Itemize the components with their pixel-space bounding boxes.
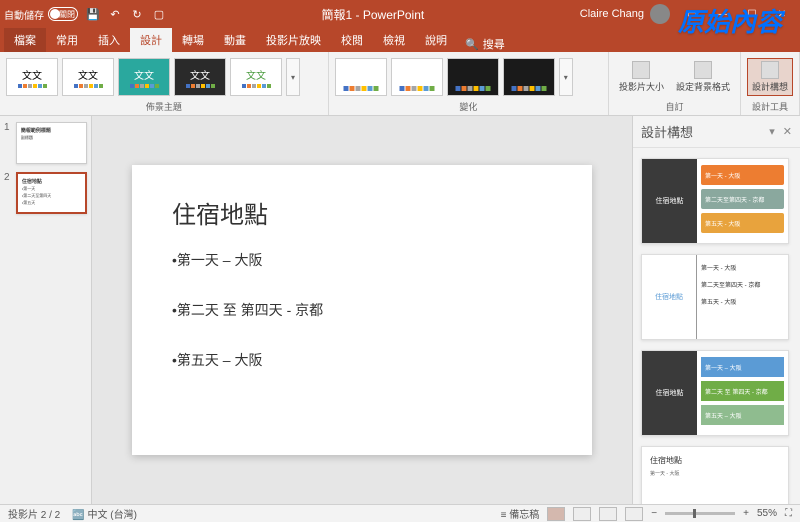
- slide-thumbnail[interactable]: 簡報範例標題副標題: [16, 122, 87, 164]
- design-idea-option[interactable]: 住宿地點 第一天 - 大阪 第二天至第四天 - 京都 第五天 - 大阪: [641, 158, 789, 244]
- slide-number: 1: [4, 122, 12, 164]
- slide-bullet-text[interactable]: •第五天 – 大阪: [172, 350, 552, 370]
- tab-home[interactable]: 常用: [46, 28, 88, 52]
- sorter-view-button[interactable]: [573, 507, 591, 521]
- language-indicator[interactable]: 🔤 中文 (台灣): [72, 506, 137, 521]
- format-background-button[interactable]: 設定背景格式: [672, 59, 734, 95]
- notes-button[interactable]: ≡ 備忘稿: [501, 506, 540, 521]
- normal-view-button[interactable]: [547, 507, 565, 521]
- ribbon: 文文 文文 文文 文文 文文 ▾ 佈景主題 ▾ 變化 投影片大小 設定背景格式 …: [0, 52, 800, 116]
- ribbon-group-themes: 文文 文文 文文 文文 文文 ▾ 佈景主題: [0, 52, 329, 115]
- fit-to-window-button[interactable]: ⛶: [785, 508, 792, 519]
- format-bg-icon: [694, 61, 712, 79]
- tab-animations[interactable]: 動畫: [214, 28, 256, 52]
- design-ideas-button[interactable]: 設計構想: [747, 58, 793, 96]
- quick-access-toolbar: 💾 ↶ ↻ ▢: [86, 7, 166, 21]
- tab-insert[interactable]: 插入: [88, 28, 130, 52]
- slide-size-button[interactable]: 投影片大小: [615, 59, 668, 95]
- zoom-slider[interactable]: [665, 512, 735, 515]
- themes-group-label: 佈景主題: [6, 98, 322, 113]
- theme-option[interactable]: 文文: [6, 58, 58, 96]
- tab-transitions[interactable]: 轉場: [172, 28, 214, 52]
- variants-group-label: 變化: [335, 98, 602, 113]
- slideshow-view-button[interactable]: [625, 507, 643, 521]
- slide-canvas[interactable]: 住宿地點 •第一天 – 大阪 •第二天 至 第四天 - 京都 •第五天 – 大阪: [132, 165, 592, 455]
- search-icon: 🔍: [465, 38, 479, 51]
- slide-thumbnail-item[interactable]: 2 住宿地點•第一天•第二天至第四天•第五天: [4, 172, 87, 214]
- search-box[interactable]: 🔍 搜尋: [457, 36, 513, 52]
- zoom-level[interactable]: 55%: [757, 508, 777, 519]
- design-panel-header: 設計構想 ▾ ✕: [633, 116, 800, 148]
- ribbon-group-tools: 設計構想 設計工具: [741, 52, 800, 115]
- themes-more-button[interactable]: ▾: [286, 58, 300, 96]
- tab-review[interactable]: 校閱: [331, 28, 373, 52]
- custom-group-label: 自訂: [615, 98, 734, 113]
- variants-more-button[interactable]: ▾: [559, 58, 573, 96]
- slide-title-text[interactable]: 住宿地點: [172, 195, 552, 230]
- panel-options-icon[interactable]: ▾: [769, 125, 775, 138]
- ribbon-group-variants: ▾ 變化: [329, 52, 609, 115]
- panel-close-icon[interactable]: ✕: [783, 125, 792, 138]
- status-bar: 投影片 2 / 2 🔤 中文 (台灣) ≡ 備忘稿 − + 55% ⛶: [0, 504, 800, 522]
- slide-size-icon: [632, 61, 650, 79]
- tools-group-label: 設計工具: [747, 98, 793, 113]
- document-title: 簡報1 - PowerPoint: [166, 6, 580, 23]
- variant-option[interactable]: [335, 58, 387, 96]
- main-area: 1 簡報範例標題副標題 2 住宿地點•第一天•第二天至第四天•第五天 住宿地點 …: [0, 116, 800, 504]
- ribbon-group-custom: 投影片大小 設定背景格式 自訂: [609, 52, 741, 115]
- redo-icon[interactable]: ↻: [130, 7, 144, 21]
- theme-option[interactable]: 文文: [230, 58, 282, 96]
- tab-file[interactable]: 檔案: [4, 28, 46, 52]
- tab-help[interactable]: 說明: [415, 28, 457, 52]
- watermark-text: 原始內容: [678, 2, 782, 39]
- theme-option[interactable]: 文文: [62, 58, 114, 96]
- slide-thumbnail[interactable]: 住宿地點•第一天•第二天至第四天•第五天: [16, 172, 87, 214]
- user-name: Claire Chang: [580, 8, 644, 20]
- avatar[interactable]: [650, 4, 670, 24]
- design-panel-title: 設計構想: [641, 122, 693, 141]
- search-label: 搜尋: [483, 36, 505, 52]
- autosave-control[interactable]: 自動儲存 關閉: [4, 7, 78, 22]
- autosave-label: 自動儲存: [4, 7, 44, 22]
- slide-canvas-area[interactable]: 住宿地點 •第一天 – 大阪 •第二天 至 第四天 - 京都 •第五天 – 大阪: [92, 116, 632, 504]
- variant-option[interactable]: [503, 58, 555, 96]
- slide-bullet-text[interactable]: •第一天 – 大阪: [172, 250, 552, 270]
- design-ideas-panel: 設計構想 ▾ ✕ 住宿地點 第一天 - 大阪 第二天至第四天 - 京都 第五天 …: [632, 116, 800, 504]
- autosave-toggle[interactable]: 關閉: [48, 7, 78, 21]
- save-icon[interactable]: 💾: [86, 7, 100, 21]
- slide-thumbnails-panel[interactable]: 1 簡報範例標題副標題 2 住宿地點•第一天•第二天至第四天•第五天: [0, 116, 92, 504]
- slideshow-icon[interactable]: ▢: [152, 7, 166, 21]
- design-idea-option[interactable]: 住宿地點 第一天 – 大阪 第二天 至 第四天 - 京都 第五天 – 大阪: [641, 350, 789, 436]
- slide-bullet-text[interactable]: •第二天 至 第四天 - 京都: [172, 300, 552, 320]
- design-ideas-list[interactable]: 住宿地點 第一天 - 大阪 第二天至第四天 - 京都 第五天 - 大阪 住宿地點…: [633, 148, 800, 504]
- zoom-in-button[interactable]: +: [743, 508, 749, 519]
- slide-number: 2: [4, 172, 12, 214]
- tab-slideshow[interactable]: 投影片放映: [256, 28, 331, 52]
- zoom-out-button[interactable]: −: [651, 508, 657, 519]
- variant-option[interactable]: [447, 58, 499, 96]
- slide-thumbnail-item[interactable]: 1 簡報範例標題副標題: [4, 122, 87, 164]
- theme-option[interactable]: 文文: [174, 58, 226, 96]
- tab-design[interactable]: 設計: [130, 28, 172, 52]
- tab-view[interactable]: 檢視: [373, 28, 415, 52]
- reading-view-button[interactable]: [599, 507, 617, 521]
- undo-icon[interactable]: ↶: [108, 7, 122, 21]
- user-area[interactable]: Claire Chang: [580, 4, 670, 24]
- slide-counter[interactable]: 投影片 2 / 2: [8, 506, 60, 521]
- design-idea-option[interactable]: 住宿地點 第一天 - 大阪: [641, 446, 789, 504]
- design-idea-option[interactable]: 住宿地點 第一天 - 大阪 第二天至第四天 - 京都 第五天 - 大阪: [641, 254, 789, 340]
- theme-option[interactable]: 文文: [118, 58, 170, 96]
- variant-option[interactable]: [391, 58, 443, 96]
- design-ideas-icon: [761, 61, 779, 79]
